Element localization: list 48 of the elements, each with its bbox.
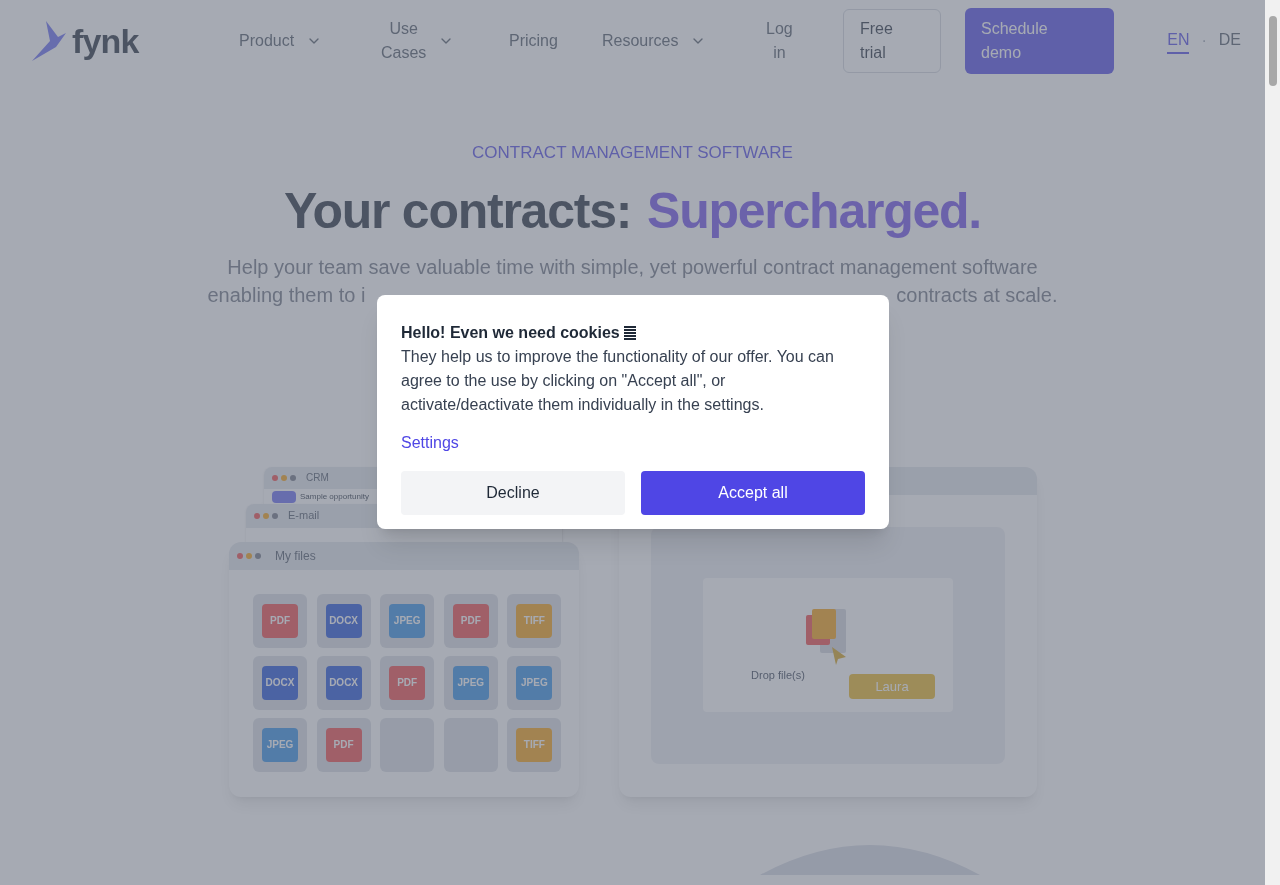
- hero-subtitle-fragment: enabling them to i: [207, 282, 366, 308]
- file-icon: DOCX: [325, 603, 362, 638]
- file-icon: DOCX: [262, 665, 298, 700]
- file-icon: PDF: [389, 665, 426, 700]
- accept-all-button[interactable]: Accept all: [641, 471, 865, 515]
- bird-logo-icon: [30, 19, 68, 63]
- hero-subtitle: Help your team save valuable time with simple, yet powerful contract management software: [227, 254, 1038, 280]
- decline-button[interactable]: Decline: [401, 471, 625, 515]
- window-controls-icon: [254, 512, 280, 519]
- file-icon: JPEG: [452, 665, 489, 700]
- window-controls-icon: [272, 474, 298, 481]
- language-link[interactable]: EN: [1167, 28, 1190, 54]
- nav-link[interactable]: Use Cases: [381, 17, 455, 65]
- hero-title-highlight: Supercharged.: [647, 181, 981, 241]
- nav-link[interactable]: Log in: [766, 17, 793, 65]
- hero-title: Your contracts:: [284, 181, 632, 241]
- file-icon: JPEG: [389, 603, 426, 638]
- file-icon: JPEG: [516, 665, 553, 700]
- window-title: E-mail: [288, 508, 320, 524]
- file-icon: PDF: [262, 603, 298, 638]
- avatar-chip: [272, 490, 296, 503]
- opportunity-text: Sample opportunity: [300, 491, 369, 502]
- drop-text: Drop file(s): [751, 667, 805, 683]
- hero-subtitle-fragment: contracts at scale.: [896, 282, 1058, 308]
- dialog-body: They help us to improve the functionality of our offer. You can agree to the use by clicking on "Accept all", or activate/deactivate them individually in the settings.: [401, 347, 835, 415]
- nav-link[interactable]: Resources: [602, 29, 707, 53]
- file-icon: PDF: [452, 603, 489, 638]
- free-trial-button[interactable]: Free trial: [843, 9, 941, 73]
- file-icon: JPEG: [262, 727, 298, 762]
- scrollbar-thumb[interactable]: [1268, 16, 1277, 86]
- window-title: My files: [275, 547, 316, 565]
- dialog-title: Hello! Even we need cookies: [401, 323, 620, 343]
- eyebrow-text: CONTRACT MANAGEMENT SOFTWARE: [472, 142, 793, 164]
- schedule-demo-button[interactable]: Schedule demo: [965, 8, 1114, 74]
- file-icon: DOCX: [325, 665, 362, 700]
- nav-link[interactable]: Pricing: [509, 29, 558, 53]
- logo-text[interactable]: fynk: [72, 15, 139, 67]
- window-controls-icon: [237, 552, 263, 559]
- separator-dot: ·: [1201, 31, 1207, 51]
- settings-link[interactable]: Settings: [401, 431, 459, 455]
- cursor-label: Laura: [849, 674, 935, 699]
- file-icon: TIFF: [516, 727, 553, 762]
- file-icon: TIFF: [516, 603, 553, 638]
- file-icon: PDF: [325, 727, 362, 762]
- nav-link[interactable]: Product: [239, 29, 323, 53]
- language-link[interactable]: DE: [1218, 28, 1241, 54]
- window-title: CRM: [306, 471, 329, 485]
- scrollbar[interactable]: [1265, 0, 1280, 885]
